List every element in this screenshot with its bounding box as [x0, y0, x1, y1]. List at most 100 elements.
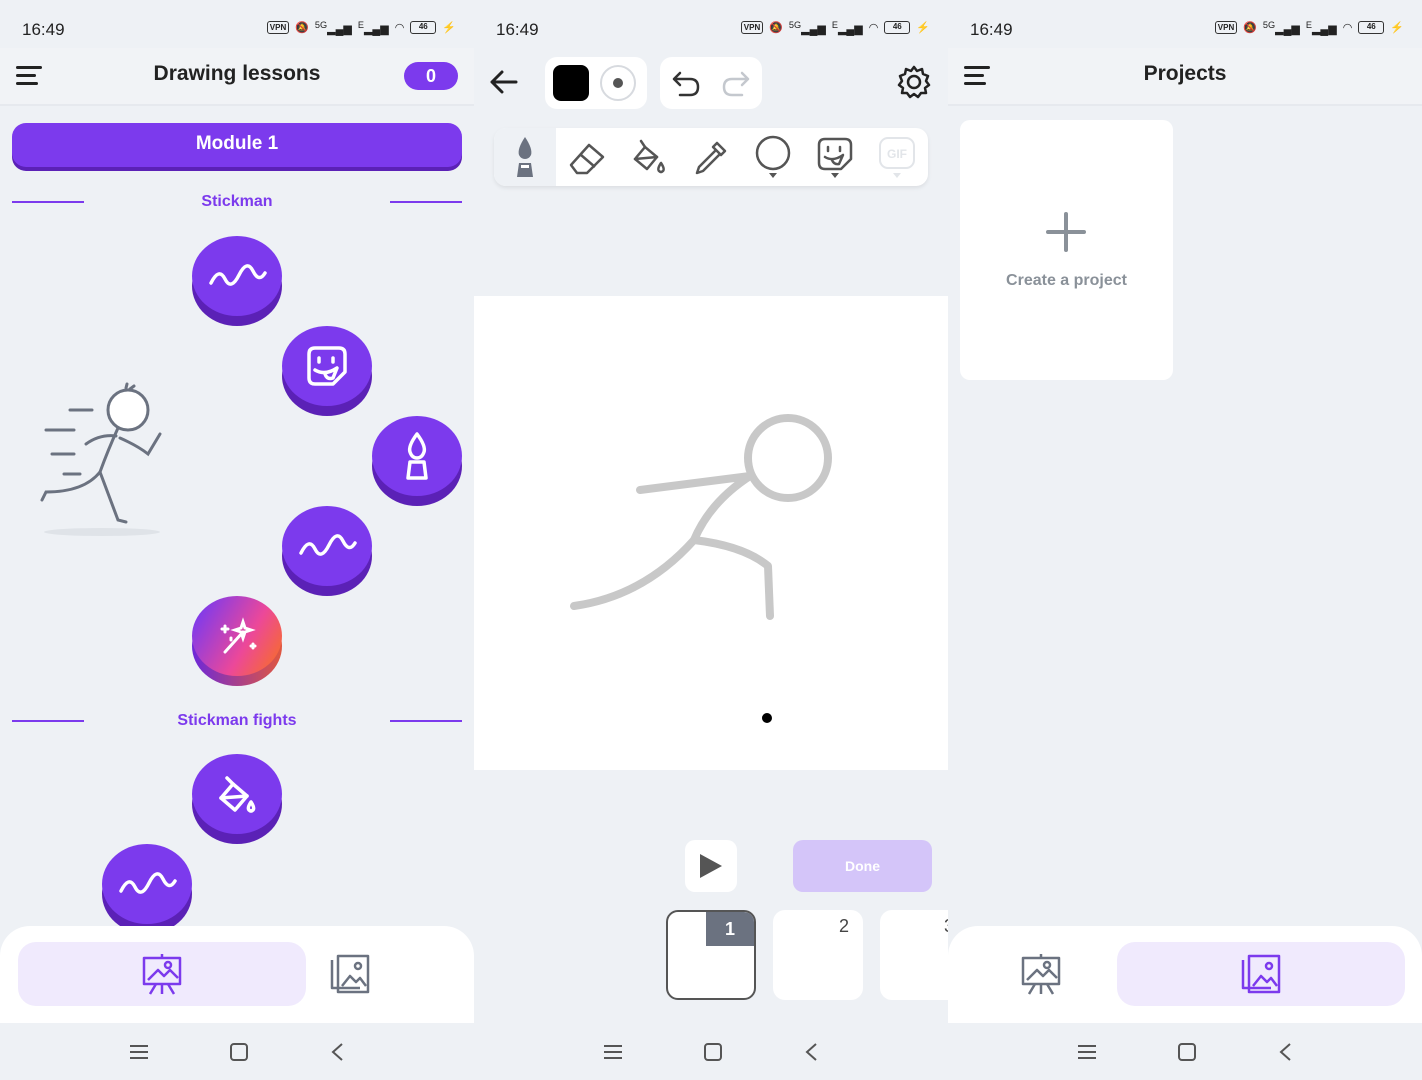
page-title: Drawing lessons: [153, 62, 321, 85]
battery-icon: 46: [1358, 21, 1385, 35]
eraser-icon: [569, 143, 605, 175]
easel-icon: [1021, 954, 1061, 995]
tool-gif[interactable]: GIF: [866, 128, 928, 186]
back-icon[interactable]: [329, 1042, 345, 1062]
undo-icon[interactable]: [670, 67, 702, 99]
charging-icon: ⚡: [916, 22, 930, 35]
vpn-icon: VPN: [1214, 21, 1238, 35]
color-brush-group: [545, 57, 647, 109]
lesson-node[interactable]: [372, 416, 462, 506]
lesson-node[interactable]: [192, 236, 282, 326]
app-header: Drawing lessons 0: [0, 48, 474, 106]
module-button[interactable]: Module 1: [12, 123, 462, 167]
recent-apps-icon[interactable]: [1077, 1044, 1097, 1060]
lesson-node-bonus[interactable]: [192, 596, 282, 686]
sticker-icon: [307, 346, 347, 386]
brush-size-button[interactable]: [600, 65, 636, 101]
bottom-nav: [0, 926, 474, 1023]
system-nav-bar: [948, 1023, 1422, 1080]
plus-icon: [1046, 212, 1086, 252]
wifi-icon: ◠: [394, 22, 405, 35]
status-icons: VPN 🔕 5G▂▄▆ E▂▄▆ ◠ 46 ⚡: [1214, 20, 1404, 36]
home-icon[interactable]: [1177, 1042, 1197, 1062]
wifi-icon: ◠: [1342, 22, 1353, 35]
signal-icon-2: E▂▄▆: [1305, 20, 1337, 36]
mute-icon: 🔕: [1243, 22, 1257, 35]
app-header: Projects: [948, 48, 1422, 106]
shape-icon: [755, 135, 791, 178]
recent-apps-icon[interactable]: [129, 1044, 149, 1060]
stickman-drawing: [570, 414, 832, 723]
recent-apps-icon[interactable]: [603, 1044, 623, 1060]
stickman-illustration: [40, 382, 162, 536]
gallery-icon: [330, 954, 370, 994]
tab-projects[interactable]: [1117, 942, 1405, 1006]
paint-bucket-icon: [219, 776, 256, 813]
drawing-canvas[interactable]: [474, 296, 948, 770]
tab-lessons[interactable]: [966, 942, 1116, 1006]
signal-icon: 5G▂▄▆: [788, 20, 826, 36]
lessons-screen: 16:49 VPN 🔕 5G▂▄▆ E▂▄▆ ◠ 46 ⚡ Drawing le…: [0, 0, 474, 1080]
done-button[interactable]: Done: [793, 840, 932, 892]
back-arrow-icon[interactable]: [488, 66, 520, 98]
system-nav-bar: [0, 1023, 474, 1080]
create-project-card[interactable]: Create a project: [960, 120, 1173, 380]
play-icon: [700, 854, 722, 878]
editor-toolbar-top: [474, 48, 948, 120]
tool-sticker[interactable]: [804, 128, 866, 186]
projects-screen: 16:49 VPN 🔕 5G▂▄▆ E▂▄▆ ◠ 46 ⚡ Projects C…: [948, 0, 1422, 1080]
section-divider: [390, 201, 462, 203]
eyedropper-icon: [695, 141, 727, 175]
frame-thumb[interactable]: 2: [773, 910, 863, 1000]
lesson-node[interactable]: [192, 754, 282, 844]
charging-icon: ⚡: [1390, 22, 1404, 35]
tool-eyedropper[interactable]: [680, 128, 742, 186]
settings-gear-icon[interactable]: [896, 64, 932, 100]
create-project-label: Create a project: [1006, 272, 1127, 289]
mute-icon: 🔕: [295, 22, 309, 35]
color-picker-button[interactable]: [553, 65, 589, 101]
battery-icon: 46: [410, 21, 437, 35]
tool-eraser[interactable]: [556, 128, 618, 186]
signal-icon: 5G▂▄▆: [1262, 20, 1300, 36]
lesson-node[interactable]: [282, 326, 372, 416]
signal-icon-2: E▂▄▆: [357, 20, 389, 36]
vpn-icon: VPN: [740, 21, 764, 35]
drawing-tools: GIF: [494, 128, 928, 186]
vpn-icon: VPN: [266, 21, 290, 35]
home-icon[interactable]: [229, 1042, 249, 1062]
signal-icon-2: E▂▄▆: [831, 20, 863, 36]
bottom-nav: [948, 926, 1422, 1023]
tool-shape[interactable]: [742, 128, 804, 186]
home-icon[interactable]: [703, 1042, 723, 1062]
frame-thumb[interactable]: 3: [880, 910, 948, 1000]
play-button[interactable]: [685, 840, 737, 892]
status-time: 16:49: [496, 20, 539, 39]
back-icon[interactable]: [803, 1042, 819, 1062]
squiggle-icon: [209, 264, 267, 286]
tool-brush[interactable]: [494, 128, 556, 186]
fill-icon: [633, 139, 665, 174]
status-icons: VPN 🔕 5G▂▄▆ E▂▄▆ ◠ 46 ⚡: [740, 20, 930, 36]
wifi-icon: ◠: [868, 22, 879, 35]
status-icons: VPN 🔕 5G▂▄▆ E▂▄▆ ◠ 46 ⚡: [266, 20, 456, 36]
redo-icon[interactable]: [720, 67, 752, 99]
status-time: 16:49: [22, 20, 65, 39]
signal-icon: 5G▂▄▆: [314, 20, 352, 36]
magic-wand-icon: [220, 617, 257, 654]
brush-icon: [517, 137, 533, 177]
battery-icon: 46: [884, 21, 911, 35]
frame-number: 2: [838, 916, 849, 936]
frame-thumb[interactable]: 1: [666, 910, 756, 1000]
lesson-node[interactable]: [102, 844, 192, 934]
coin-counter[interactable]: 0: [404, 62, 458, 90]
lesson-node[interactable]: [282, 506, 372, 596]
sticker-icon: [817, 137, 853, 178]
tool-fill[interactable]: [618, 128, 680, 186]
charging-icon: ⚡: [442, 22, 456, 35]
brush-cursor: [762, 713, 772, 723]
tab-projects[interactable]: [244, 942, 456, 1006]
squiggle-icon: [119, 872, 177, 894]
back-icon[interactable]: [1277, 1042, 1293, 1062]
gif-icon: GIF: [879, 137, 915, 178]
